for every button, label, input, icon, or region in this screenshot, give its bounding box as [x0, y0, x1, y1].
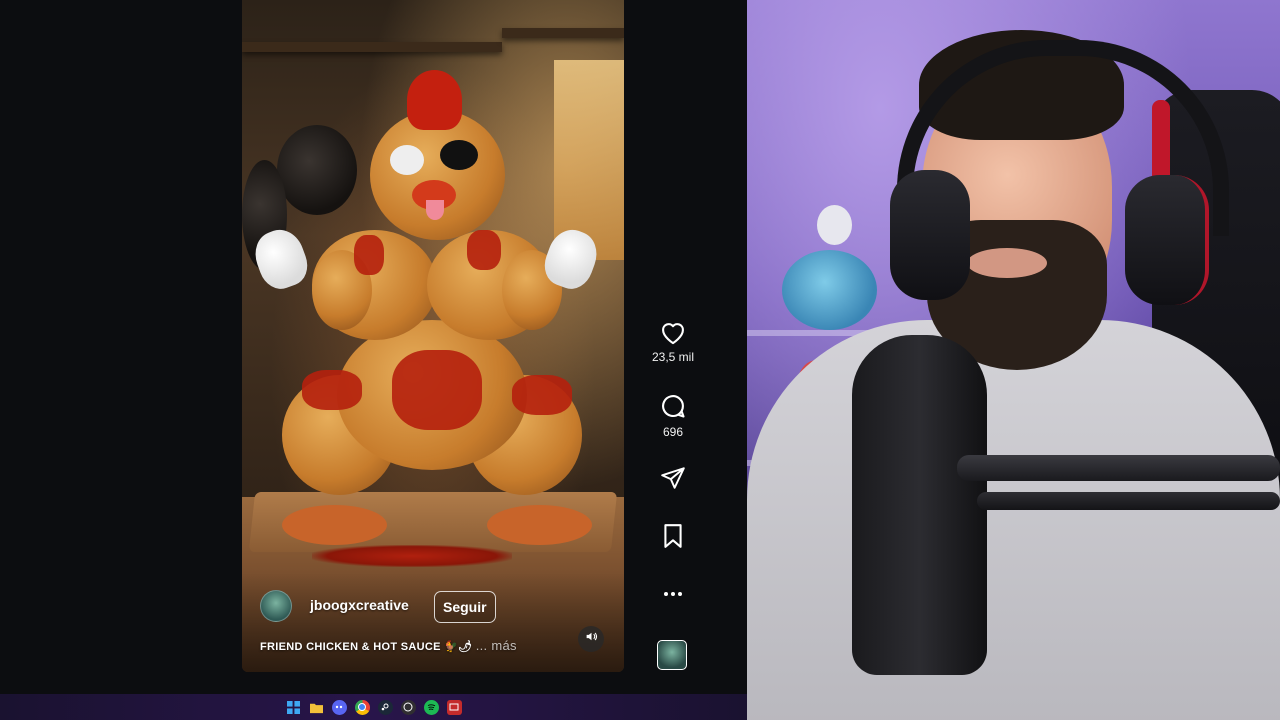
hanging-pan: [277, 125, 357, 215]
more-icon[interactable]: [650, 586, 696, 602]
sauce-drip: [302, 370, 362, 410]
taskbar: [0, 694, 747, 720]
heart-icon[interactable]: [650, 319, 696, 345]
speaker-icon: [585, 630, 598, 648]
chicken-comb: [407, 70, 462, 130]
sound-toggle-button[interactable]: [578, 626, 604, 652]
caption-text: FRIEND CHICKEN & HOT SAUCE 🐓🌶: [260, 641, 473, 653]
eye-left: [390, 145, 424, 175]
send-icon[interactable]: [650, 465, 696, 491]
more-action[interactable]: [650, 586, 696, 602]
sauce-drip: [354, 235, 384, 275]
sauce-pool: [312, 545, 512, 567]
mic-arm: [957, 455, 1280, 481]
headphones-earcup-left: [890, 170, 970, 300]
caption-gradient: [242, 572, 624, 672]
reels-viewer: jboogxcreative Seguir FRIEND CHICKEN & H…: [0, 0, 747, 694]
streamer-mouth: [967, 248, 1047, 278]
app-icon[interactable]: [446, 699, 462, 715]
obs-icon[interactable]: [400, 699, 416, 715]
comment-icon[interactable]: [650, 392, 696, 420]
kitchen-shelf: [502, 28, 624, 38]
like-action[interactable]: 23,5 mil: [650, 319, 696, 364]
plush-toy: [817, 205, 852, 245]
comment-count: 696: [662, 425, 684, 439]
kitchen-shelf: [242, 42, 502, 52]
chicken-foot: [487, 505, 592, 545]
share-action[interactable]: [650, 465, 696, 491]
windows-start-icon[interactable]: [286, 700, 301, 715]
headphones-earcup-right: [1125, 175, 1209, 305]
spotify-icon[interactable]: [423, 699, 439, 715]
like-count: 23,5 mil: [651, 350, 695, 364]
reel-caption[interactable]: FRIEND CHICKEN & HOT SAUCE 🐓🌶 ... más: [260, 638, 517, 653]
chrome-icon[interactable]: [354, 699, 370, 715]
caption-more-link[interactable]: ... más: [476, 638, 517, 653]
eye-right: [440, 140, 478, 170]
steam-icon[interactable]: [377, 699, 393, 715]
reel-video[interactable]: jboogxcreative Seguir FRIEND CHICKEN & H…: [242, 0, 624, 672]
microphone: [852, 335, 987, 675]
file-explorer-icon[interactable]: [309, 700, 324, 715]
sauce-drip: [467, 230, 501, 270]
follow-button[interactable]: Seguir: [434, 591, 496, 623]
bookmark-icon[interactable]: [650, 523, 696, 549]
author-avatar[interactable]: [260, 590, 292, 622]
audio-thumbnail[interactable]: [657, 640, 687, 670]
plush-toy: [782, 250, 877, 330]
sauce-drip: [392, 350, 482, 430]
discord-icon[interactable]: [331, 699, 347, 715]
sauce-drip: [512, 375, 572, 415]
mic-arm: [977, 492, 1280, 510]
save-action[interactable]: [650, 523, 696, 549]
chicken-foot: [282, 505, 387, 545]
author-username[interactable]: jboogxcreative: [310, 597, 409, 613]
chicken-tongue: [426, 200, 444, 220]
streamer-shirt: [747, 320, 1280, 720]
comment-action[interactable]: 696: [650, 392, 696, 439]
webcam-feed: [747, 0, 1280, 720]
